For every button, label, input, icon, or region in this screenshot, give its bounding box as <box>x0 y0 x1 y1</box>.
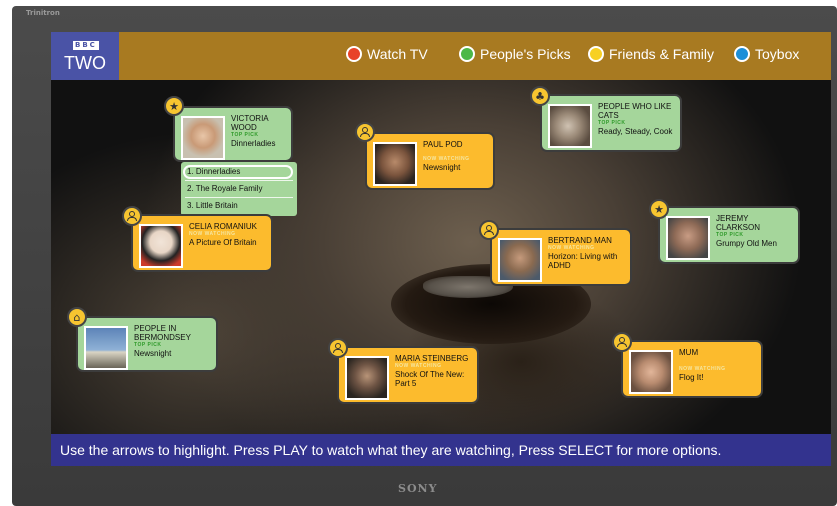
instructions-bar: Use the arrows to highlight. Press PLAY … <box>51 434 831 466</box>
card-tag: TOP PICK <box>231 132 259 138</box>
avatar <box>666 216 710 260</box>
card-program: Horizon: Living with ADHD <box>548 252 618 270</box>
card-program: Grumpy Old Men <box>716 239 777 248</box>
avatar <box>345 356 389 400</box>
menu-label: Toybox <box>755 46 800 62</box>
tv-screen: BBC TWO Watch TV People's Picks Friends … <box>51 32 831 466</box>
tv-brand-top: Trinitron <box>26 9 60 17</box>
person-icon <box>122 206 142 226</box>
card-tag: NOW WATCHING <box>395 363 442 369</box>
card-program: Dinnerladies <box>231 139 276 148</box>
menu-label: Watch TV <box>367 46 428 62</box>
card-name: VICTORIA WOOD <box>231 114 269 132</box>
top-bar: BBC TWO Watch TV People's Picks Friends … <box>51 32 831 80</box>
card-tag: TOP PICK <box>134 342 162 348</box>
card-tag: NOW WATCHING <box>548 245 595 251</box>
card-program: Newsnight <box>423 163 461 172</box>
person-icon <box>355 122 375 142</box>
red-button-icon <box>346 46 362 62</box>
menu-toybox[interactable]: Toybox <box>734 46 799 62</box>
person-card-mum[interactable]: MUM NOW WATCHING Flog It! <box>621 340 763 398</box>
channel-logo: BBC TWO <box>51 32 119 80</box>
picks-list[interactable]: 1. Dinnerladies 2. The Royale Family 3. … <box>181 162 297 216</box>
card-name: CELIA ROMANIUK <box>189 222 258 231</box>
person-card-maria-steinberg[interactable]: MARIA STEINBERG NOW WATCHING Shock Of Th… <box>337 346 479 404</box>
card-name: PEOPLE WHO LIKE CATS <box>598 102 672 120</box>
card-name: BERTRAND MAN <box>548 236 612 245</box>
menu-watch-tv[interactable]: Watch TV <box>346 46 428 62</box>
green-button-icon <box>459 46 475 62</box>
person-icon <box>479 220 499 240</box>
cat-icon: ♣ <box>530 86 550 106</box>
menu-label: Friends & Family <box>609 46 715 62</box>
person-card-people-in-bermondsey[interactable]: PEOPLE IN BERMONDSEY TOP PICK Newsnight <box>76 316 218 372</box>
person-card-victoria-wood[interactable]: VICTORIA WOOD TOP PICK Dinnerladies <box>173 106 293 162</box>
card-name: MUM <box>679 348 699 357</box>
menu-peoples-picks[interactable]: People's Picks <box>459 46 571 62</box>
list-divider <box>185 180 293 181</box>
person-icon <box>328 338 348 358</box>
tv-brand-bottom: SONY <box>398 482 438 495</box>
star-icon: ★ <box>164 96 184 116</box>
avatar <box>548 104 592 148</box>
menu-friends-family[interactable]: Friends & Family <box>588 46 714 62</box>
avatar <box>629 350 673 394</box>
card-name: PAUL POD <box>423 140 463 149</box>
person-card-jeremy-clarkson[interactable]: JEREMY CLARKSON TOP PICK Grumpy Old Men <box>658 206 800 264</box>
list-item[interactable]: 2. The Royale Family <box>187 184 262 193</box>
avatar <box>84 326 128 370</box>
home-icon: ⌂ <box>67 307 87 327</box>
logo-two: TWO <box>64 53 106 73</box>
card-tag: NOW WATCHING <box>189 231 236 237</box>
card-name: PEOPLE IN BERMONDSEY <box>134 324 191 342</box>
avatar <box>139 224 183 268</box>
card-tag: NOW WATCHING <box>423 156 470 162</box>
list-item[interactable]: 1. Dinnerladies <box>187 167 240 176</box>
card-program: A Picture Of Britain <box>189 238 257 247</box>
person-card-paul-pod[interactable]: PAUL POD NOW WATCHING Newsnight <box>365 132 495 190</box>
card-tag: TOP PICK <box>716 232 744 238</box>
logo-bbc: BBC <box>73 41 99 50</box>
person-card-bertrand-man[interactable]: BERTRAND MAN NOW WATCHING Horizon: Livin… <box>490 228 632 286</box>
person-card-people-who-like-cats[interactable]: PEOPLE WHO LIKE CATS TOP PICK Ready, Ste… <box>540 94 682 152</box>
card-program: Shock Of The New: Part 5 <box>395 370 465 388</box>
card-name: JEREMY CLARKSON <box>716 214 761 232</box>
star-icon: ★ <box>649 199 669 219</box>
avatar <box>373 142 417 186</box>
person-icon <box>612 332 632 352</box>
menu-label: People's Picks <box>480 46 571 62</box>
person-card-celia-romaniuk[interactable]: CELIA ROMANIUK NOW WATCHING A Picture Of… <box>131 214 273 272</box>
card-program: Newsnight <box>134 349 172 358</box>
card-name: MARIA STEINBERG <box>395 354 469 363</box>
avatar <box>498 238 542 282</box>
yellow-button-icon <box>588 46 604 62</box>
card-program: Ready, Steady, Cook <box>598 127 673 136</box>
card-tag: TOP PICK <box>598 120 626 126</box>
avatar <box>181 116 225 160</box>
list-item[interactable]: 3. Little Britain <box>187 201 238 210</box>
list-divider <box>185 197 293 198</box>
card-program: Flog It! <box>679 373 704 382</box>
card-tag: NOW WATCHING <box>679 366 726 372</box>
blue-button-icon <box>734 46 750 62</box>
